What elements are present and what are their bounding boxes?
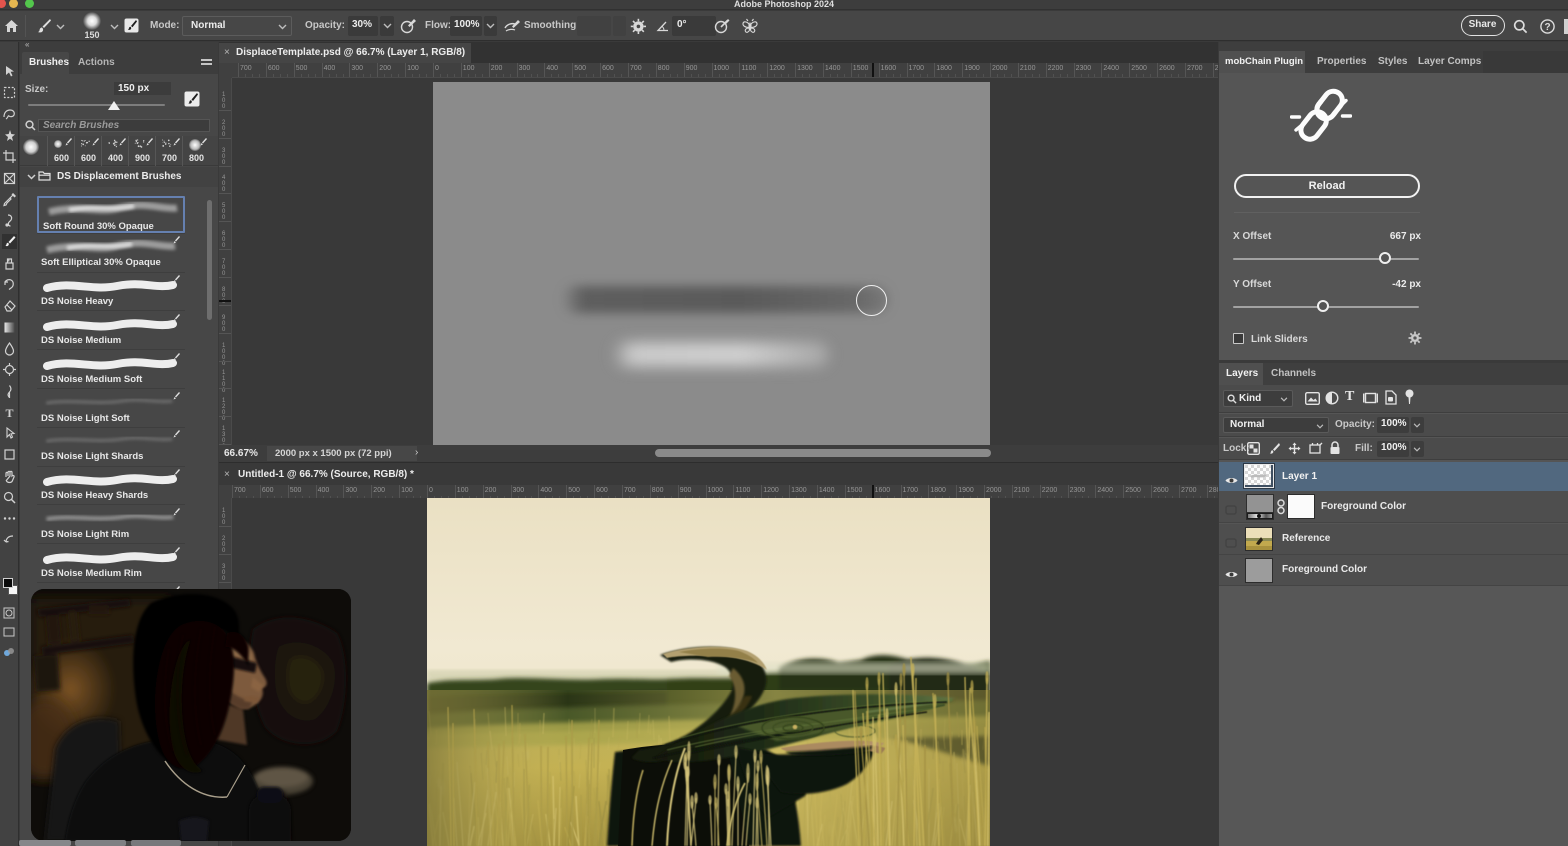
svg-text:T: T <box>5 406 13 420</box>
svg-text:?: ? <box>1544 22 1550 33</box>
